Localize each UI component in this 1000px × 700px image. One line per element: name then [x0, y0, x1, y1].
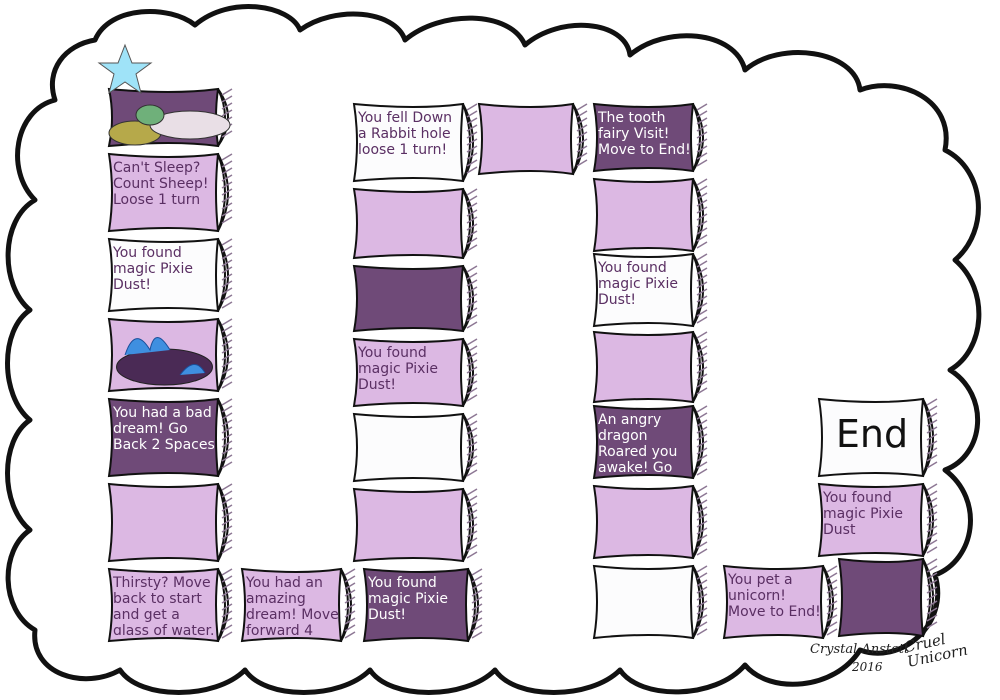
pillow-shape	[107, 317, 233, 393]
space-text: An angry dragon Roared you awake! Go bac…	[598, 412, 678, 472]
board-space-6: Can't Sleep? Count Sheep! Loose 1 turn	[105, 150, 240, 235]
board-space-13	[350, 262, 485, 335]
pillow-shape	[592, 484, 708, 560]
space-text: You fell Down a Rabbit hole loose 1 turn…	[358, 110, 453, 159]
pillow-shape	[592, 564, 708, 640]
board-space-27: End	[815, 395, 945, 480]
space-text: The tooth fairy Visit! Move to End!	[598, 110, 691, 159]
board-space-12: You found magic Pixie Dust!	[350, 335, 485, 410]
board-space-14	[350, 185, 485, 262]
space-text: You had an amazing dream! Move forward 4…	[246, 575, 339, 635]
board-space-20	[590, 328, 715, 406]
board-space-2	[105, 480, 240, 565]
pillow-shape	[352, 487, 478, 563]
board-space-22	[590, 482, 715, 562]
space-text: You found magic Pixie Dust!	[368, 575, 448, 624]
pillow-shape	[477, 102, 588, 176]
space-text: You found magic Pixie Dust!	[598, 260, 678, 309]
board-space-1: Thirsty? Move back to start and get a gl…	[105, 565, 240, 645]
signature-artist: Crystal Anstett	[810, 642, 910, 657]
board-space-5: You found magic Pixie Dust!	[105, 235, 240, 315]
space-text: Can't Sleep? Count Sheep! Loose 1 turn	[113, 160, 209, 209]
space-text: You found magic Pixie Dust	[823, 490, 903, 539]
space-text: You found magic Pixie Dust!	[113, 245, 193, 294]
board-space-26: You found magic Pixie Dust	[815, 480, 945, 560]
board-space-9: You found magic Pixie Dust!	[360, 565, 490, 645]
board-space-19: You found magic Pixie Dust!	[590, 250, 715, 330]
pillow-shape	[592, 177, 708, 253]
pillow-shape	[592, 330, 708, 404]
space-text: You found magic Pixie Dust!	[358, 345, 438, 394]
pillow-shape	[97, 43, 233, 148]
board-space-7	[97, 43, 240, 150]
pillow-shape	[352, 264, 478, 333]
board-space-3: You had a bad dream! Go Back 2 Spaces	[105, 395, 240, 480]
pillow-shape	[352, 412, 478, 483]
space-text: Thirsty? Move back to start and get a gl…	[113, 575, 215, 635]
board-space-17: The tooth fairy Visit! Move to End!	[590, 100, 715, 175]
board-space-10	[350, 485, 485, 565]
board-space-24: You pet a unicorn! Move to End!	[720, 562, 845, 642]
board-space-11	[350, 410, 485, 485]
board-space-25	[835, 555, 945, 640]
board-space-4	[105, 315, 240, 395]
board-space-16	[475, 100, 595, 178]
board-space-18	[590, 175, 715, 255]
board-space-23	[590, 562, 715, 642]
pillow-shape	[352, 187, 478, 260]
pillow-shape	[837, 557, 938, 638]
signature-year: 2016	[852, 660, 883, 674]
space-text: You had a bad dream! Go Back 2 Spaces	[113, 405, 215, 454]
end-label: End	[835, 413, 909, 456]
board-space-21: An angry dragon Roared you awake! Go bac…	[590, 402, 715, 482]
pillow-shape	[107, 482, 233, 563]
game-board: Thirsty? Move back to start and get a gl…	[0, 0, 1000, 700]
board-space-8: You had an amazing dream! Move forward 4…	[238, 565, 363, 645]
board-space-15: You fell Down a Rabbit hole loose 1 turn…	[350, 100, 485, 185]
space-text: You pet a unicorn! Move to End!	[728, 572, 821, 621]
